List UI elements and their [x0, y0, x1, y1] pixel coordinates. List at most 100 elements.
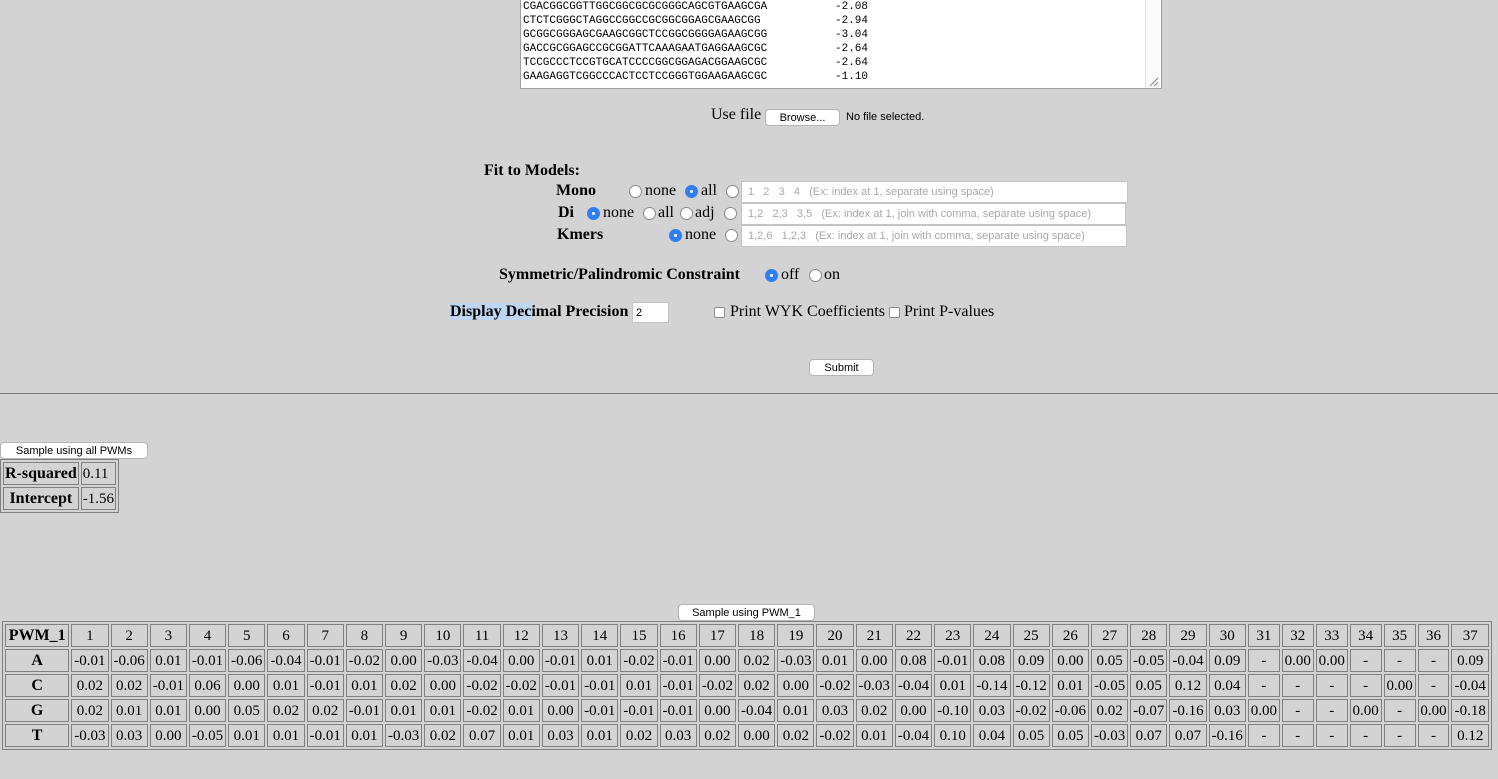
section-divider [0, 393, 1498, 394]
decimal-precision-input[interactable] [632, 302, 669, 323]
pwm-cell: - [1383, 724, 1416, 747]
pwm-cell: -0.01 [541, 649, 580, 672]
sequence-score: -1.10 [835, 71, 869, 83]
mono-custom-radio[interactable] [726, 185, 739, 198]
kmers-none-radio[interactable] [669, 229, 682, 242]
pwm-cell: - [1281, 674, 1314, 697]
pwm-cell: - [1417, 674, 1450, 697]
pwm-cell: -0.02 [816, 674, 854, 697]
di-none-label: none [603, 204, 635, 221]
pwm-cell: 0.03 [659, 724, 697, 747]
pwm-cell: - [1247, 649, 1280, 672]
kmers-custom-input[interactable] [741, 225, 1127, 247]
pwm-cell: 0.01 [777, 699, 815, 722]
pwm-cell: -0.02 [345, 649, 384, 672]
mono-all-radio[interactable] [685, 185, 698, 198]
pwm-cell: 0.07 [1130, 724, 1168, 747]
sample-pwm1-button[interactable]: Sample using PWM_1 [678, 604, 815, 621]
mono-none-radio[interactable] [629, 185, 642, 198]
pwm-cell: -0.04 [463, 649, 501, 672]
pwm-cell: 0.00 [385, 649, 423, 672]
print-wyk-checkbox[interactable] [714, 307, 725, 318]
pwm-position-header: 34 [1349, 624, 1382, 647]
pwm-cell: -0.06 [228, 649, 266, 672]
mono-label: Mono [556, 182, 596, 199]
browse-button[interactable]: Browse... [765, 109, 840, 126]
stats-row: Intercept -1.56 [3, 487, 116, 510]
pwm-cell: 0.02 [385, 674, 423, 697]
pwm-cell: 0.00 [855, 649, 893, 672]
pwm-cell: 0.12 [1451, 724, 1489, 747]
pwm-base-label: A [5, 649, 70, 672]
file-status: No file selected. [846, 111, 925, 123]
pwm-cell: -0.06 [1051, 699, 1089, 722]
pwm-position-header: 7 [306, 624, 344, 647]
print-pvalues-label: Print P-values [904, 303, 995, 320]
pwm-cell: 0.09 [1012, 649, 1050, 672]
use-file-label: Use file [711, 106, 762, 123]
pwm-cell: 0.05 [228, 699, 266, 722]
pwm-position-header: 14 [581, 624, 619, 647]
mono-custom-input[interactable] [741, 181, 1128, 203]
pwm-cell: 0.02 [110, 674, 148, 697]
pwm-cell: -0.03 [855, 674, 893, 697]
sequence-score: -2.94 [835, 15, 869, 27]
di-adj-label: adj [695, 204, 715, 221]
pwm-cell: 0.00 [228, 674, 266, 697]
pwm-cell: 0.01 [385, 699, 423, 722]
pwm-position-header: 21 [855, 624, 893, 647]
pwm-row: A -0.01 -0.06 0.01 -0.01 -0.06 -0.04 -0.01 -0.02… [5, 649, 1489, 672]
symmetric-on-radio[interactable] [809, 269, 822, 282]
pwm-cell: -0.01 [306, 724, 344, 747]
pwm-cell: 0.02 [698, 724, 736, 747]
di-all-radio[interactable] [643, 207, 656, 220]
textarea-scrollbar[interactable] [1145, 0, 1161, 88]
di-all-label: all [658, 204, 674, 221]
sequence-line: GAAGAGGTCGGCCCACTCCTCCGGGTGGAAGAAGCGC -1.… [521, 70, 1161, 84]
pwm-cell: 0.01 [581, 649, 619, 672]
pwm-cell: 0.00 [894, 699, 933, 722]
pwm-cell: 0.07 [463, 724, 501, 747]
di-custom-radio[interactable] [724, 207, 737, 220]
pwm-cell: - [1417, 649, 1450, 672]
pwm-position-header: 16 [659, 624, 697, 647]
sample-all-pwms-button[interactable]: Sample using all PWMs [0, 442, 148, 459]
resize-grip-icon[interactable] [1149, 77, 1159, 87]
pwm-cell: - [1349, 674, 1382, 697]
pwm-cell: -0.01 [306, 674, 344, 697]
pwm-cell: -0.03 [424, 649, 462, 672]
sequence-textarea[interactable]: CGACGGCGGTTGGCGGCGCGCGGGCAGCGTGAAGCGA -2.… [520, 0, 1162, 89]
pwm-position-header: 12 [502, 624, 540, 647]
pwm-cell: 0.02 [777, 724, 815, 747]
pwm-cell: 0.08 [894, 649, 933, 672]
pwm-cell: -0.01 [581, 699, 619, 722]
pwm-cell: - [1315, 674, 1348, 697]
pwm-cell: - [1315, 699, 1348, 722]
pwm-position-header: 20 [816, 624, 854, 647]
di-adj-radio[interactable] [680, 207, 693, 220]
pwm-cell: -0.02 [463, 674, 501, 697]
pwm-row: C 0.02 0.02 -0.01 0.06 0.00 0.01 -0.01 0.01 0.02 0… [5, 674, 1489, 697]
symmetric-off-radio[interactable] [765, 269, 778, 282]
pwm-cell: 0.02 [267, 699, 305, 722]
di-custom-input[interactable] [741, 203, 1126, 225]
pwm-cell: 0.01 [620, 674, 658, 697]
pwm-cell: 0.00 [1247, 699, 1280, 722]
submit-button[interactable]: Submit [809, 359, 874, 376]
pwm-cell: -0.01 [659, 649, 697, 672]
mono-all-label: all [701, 182, 717, 199]
pwm-base-label: C [5, 674, 70, 697]
print-pvalues-checkbox[interactable] [889, 307, 900, 318]
pwm-cell: 0.00 [1349, 699, 1382, 722]
pwm-cell: 0.01 [110, 699, 148, 722]
pwm-position-header: 25 [1012, 624, 1050, 647]
pwm-cell: -0.04 [894, 674, 933, 697]
kmers-custom-radio[interactable] [725, 229, 738, 242]
pwm-table: PWM_1 1 2 3 4 5 6 7 8 9 10 11 12 13 14 15 16 17 18 19 20 21 22… [2, 621, 1492, 750]
pwm-cell: -0.05 [1090, 674, 1129, 697]
pwm-cell: -0.04 [894, 724, 933, 747]
pwm-cell: 0.00 [698, 649, 736, 672]
di-none-radio[interactable] [587, 207, 600, 220]
pwm-cell: 0.02 [855, 699, 893, 722]
pwm-cell: 0.00 [541, 699, 580, 722]
